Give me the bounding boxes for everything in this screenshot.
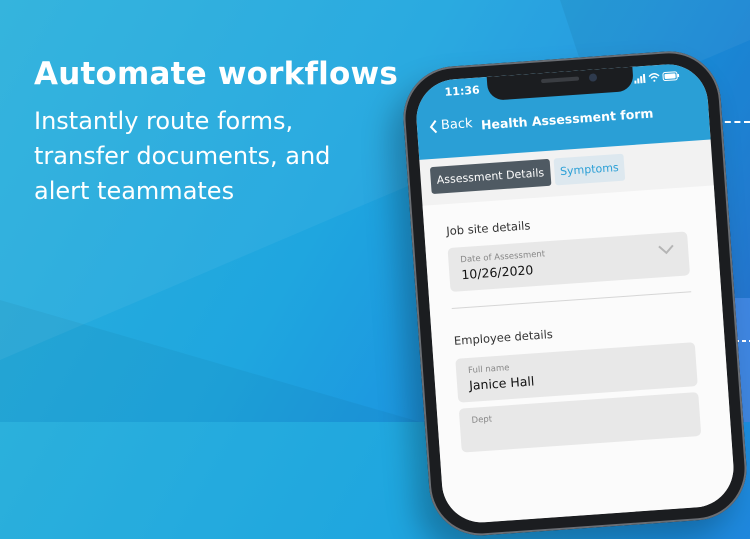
dept-field-label: Dept <box>471 414 493 426</box>
signal-icon <box>634 73 646 84</box>
date-of-assessment-field[interactable]: Date of Assessment 10/26/2020 <box>447 231 691 293</box>
promo-subline: Instantly route forms, transfer document… <box>34 104 330 209</box>
form-content: Job site details Date of Assessment 10/2… <box>422 185 737 525</box>
chevron-down-icon <box>658 244 674 255</box>
tab-symptoms[interactable]: Symptoms <box>553 153 626 186</box>
promo-subline-1: Instantly route forms, <box>34 107 294 135</box>
date-field-value: 10/26/2020 <box>460 262 534 283</box>
tab-assessment-details[interactable]: Assessment Details <box>429 158 552 195</box>
front-camera-icon <box>588 73 598 82</box>
job-site-section-title: Job site details <box>445 218 531 239</box>
wifi-icon <box>648 73 660 82</box>
promo-headline: Automate workflows <box>34 56 398 92</box>
chevron-left-icon <box>429 119 438 133</box>
promo-subline-2: transfer documents, and <box>34 142 331 170</box>
dept-field[interactable]: Dept <box>458 391 702 453</box>
back-button[interactable]: Back <box>428 116 473 134</box>
back-button-label: Back <box>440 116 473 134</box>
phone-screen: 11:36 Back Health Assessment form Assess… <box>413 61 737 525</box>
status-time: 11:36 <box>444 83 481 99</box>
battery-icon <box>662 71 680 82</box>
phone-mockup: 11:36 Back Health Assessment form Assess… <box>400 47 750 539</box>
status-icons <box>634 71 680 84</box>
section-divider <box>451 291 692 309</box>
speaker-grille <box>540 76 580 84</box>
page-title: Health Assessment form <box>480 105 654 133</box>
promo-subline-3: alert teammates <box>34 177 235 205</box>
full-name-label: Full name <box>467 363 510 376</box>
employee-section-title: Employee details <box>453 327 554 348</box>
form-tabs: Assessment Details Symptoms <box>429 153 626 195</box>
full-name-value: Janice Hall <box>468 373 535 393</box>
